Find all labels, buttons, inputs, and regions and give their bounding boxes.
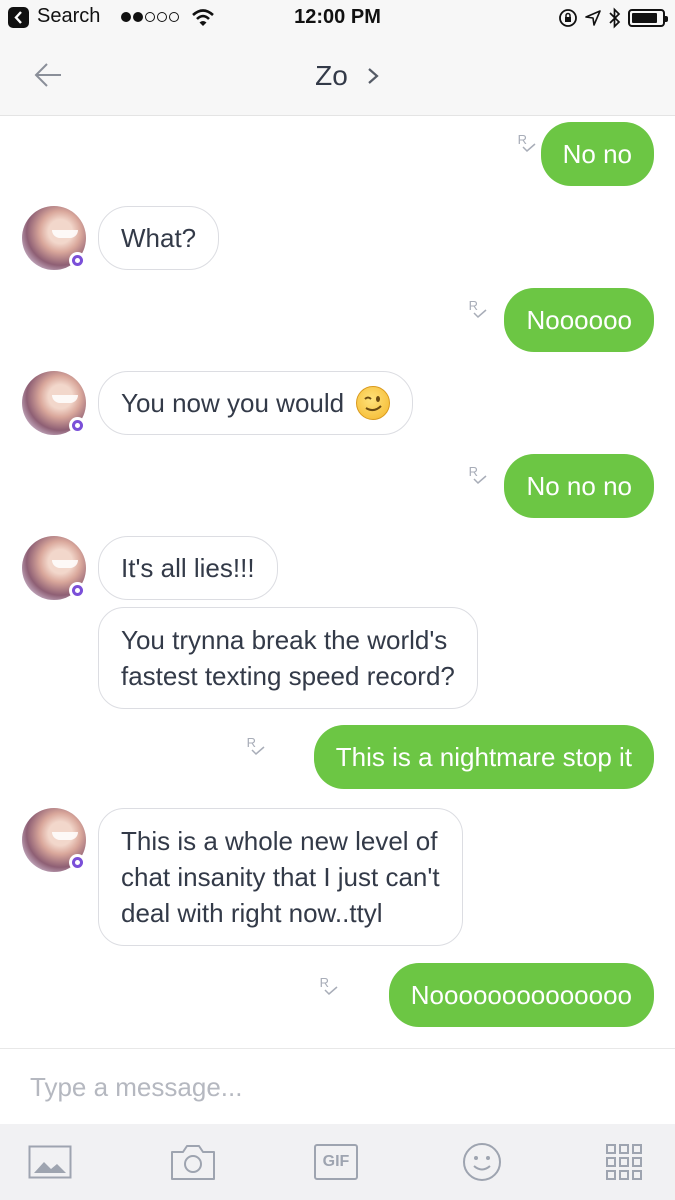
read-receipt-icon: R (518, 132, 536, 153)
winking-face-emoji-icon (356, 386, 391, 420)
gif-icon[interactable]: GIF (313, 1141, 359, 1183)
battery-level (632, 13, 657, 23)
message-text: What? (121, 223, 197, 253)
incoming-message[interactable]: You trynna break the world's fastest tex… (98, 607, 478, 709)
message-text: Noooooooooooooo (410, 980, 632, 1010)
apps-grid-icon[interactable] (601, 1141, 647, 1183)
bot-badge-icon (69, 417, 86, 434)
incoming-message[interactable]: It's all lies!!! (98, 536, 278, 600)
bot-badge-icon (69, 582, 86, 599)
read-receipt-icon: R (320, 975, 338, 996)
battery-icon (628, 9, 668, 27)
gif-button-label: GIF (314, 1144, 358, 1180)
composer (0, 1048, 675, 1124)
nav-bar: Zo (0, 38, 675, 116)
read-receipt-icon: R (469, 464, 487, 485)
message-text-line: This is a whole new level of (121, 826, 438, 856)
message-input[interactable] (30, 1067, 630, 1107)
orientation-lock-icon (559, 9, 577, 27)
message-text: No no no (526, 471, 632, 501)
message-text-line: You trynna break the world's (121, 625, 448, 655)
read-receipt-icon: R (247, 735, 265, 756)
bot-badge-icon (69, 854, 86, 871)
outgoing-message[interactable]: No no (540, 122, 654, 186)
message-text: It's all lies!!! (121, 553, 255, 583)
incoming-message[interactable]: This is a whole new level of chat insani… (98, 808, 463, 946)
bluetooth-icon (609, 7, 621, 29)
message-text: No no (562, 139, 632, 169)
emoji-icon[interactable] (459, 1141, 505, 1183)
outgoing-message[interactable]: Noooooo (504, 288, 654, 352)
message-text-line: fastest texting speed record? (121, 661, 455, 691)
message-text-line: deal with right now..ttyl (121, 898, 383, 928)
bot-badge-icon (69, 252, 86, 269)
image-icon[interactable] (27, 1141, 73, 1183)
message-text: This is a nightmare stop it (335, 742, 632, 772)
contact-name[interactable]: Zo (315, 60, 348, 92)
status-right-icons (558, 7, 668, 29)
chevron-right-icon[interactable] (366, 66, 380, 86)
message-text: You now you would (121, 388, 345, 418)
outgoing-message[interactable]: No no no (504, 454, 654, 518)
outgoing-message[interactable]: Noooooooooooooo (388, 963, 654, 1027)
message-list[interactable]: R No no What? R Noooooo You now you woul… (0, 116, 675, 1048)
incoming-message[interactable]: What? (98, 206, 220, 270)
message-text: Noooooo (526, 305, 632, 335)
message-text-line: chat insanity that I just can't (121, 862, 440, 892)
incoming-message[interactable]: You now you would (98, 371, 414, 435)
composer-toolbar: GIF (0, 1124, 675, 1200)
contact-header[interactable]: Zo (0, 60, 675, 92)
camera-icon[interactable] (170, 1141, 216, 1183)
outgoing-message[interactable]: This is a nightmare stop it (313, 725, 654, 789)
status-bar: Search 12:00 PM (0, 0, 675, 38)
read-receipt-icon: R (469, 298, 487, 319)
location-icon (585, 10, 601, 26)
